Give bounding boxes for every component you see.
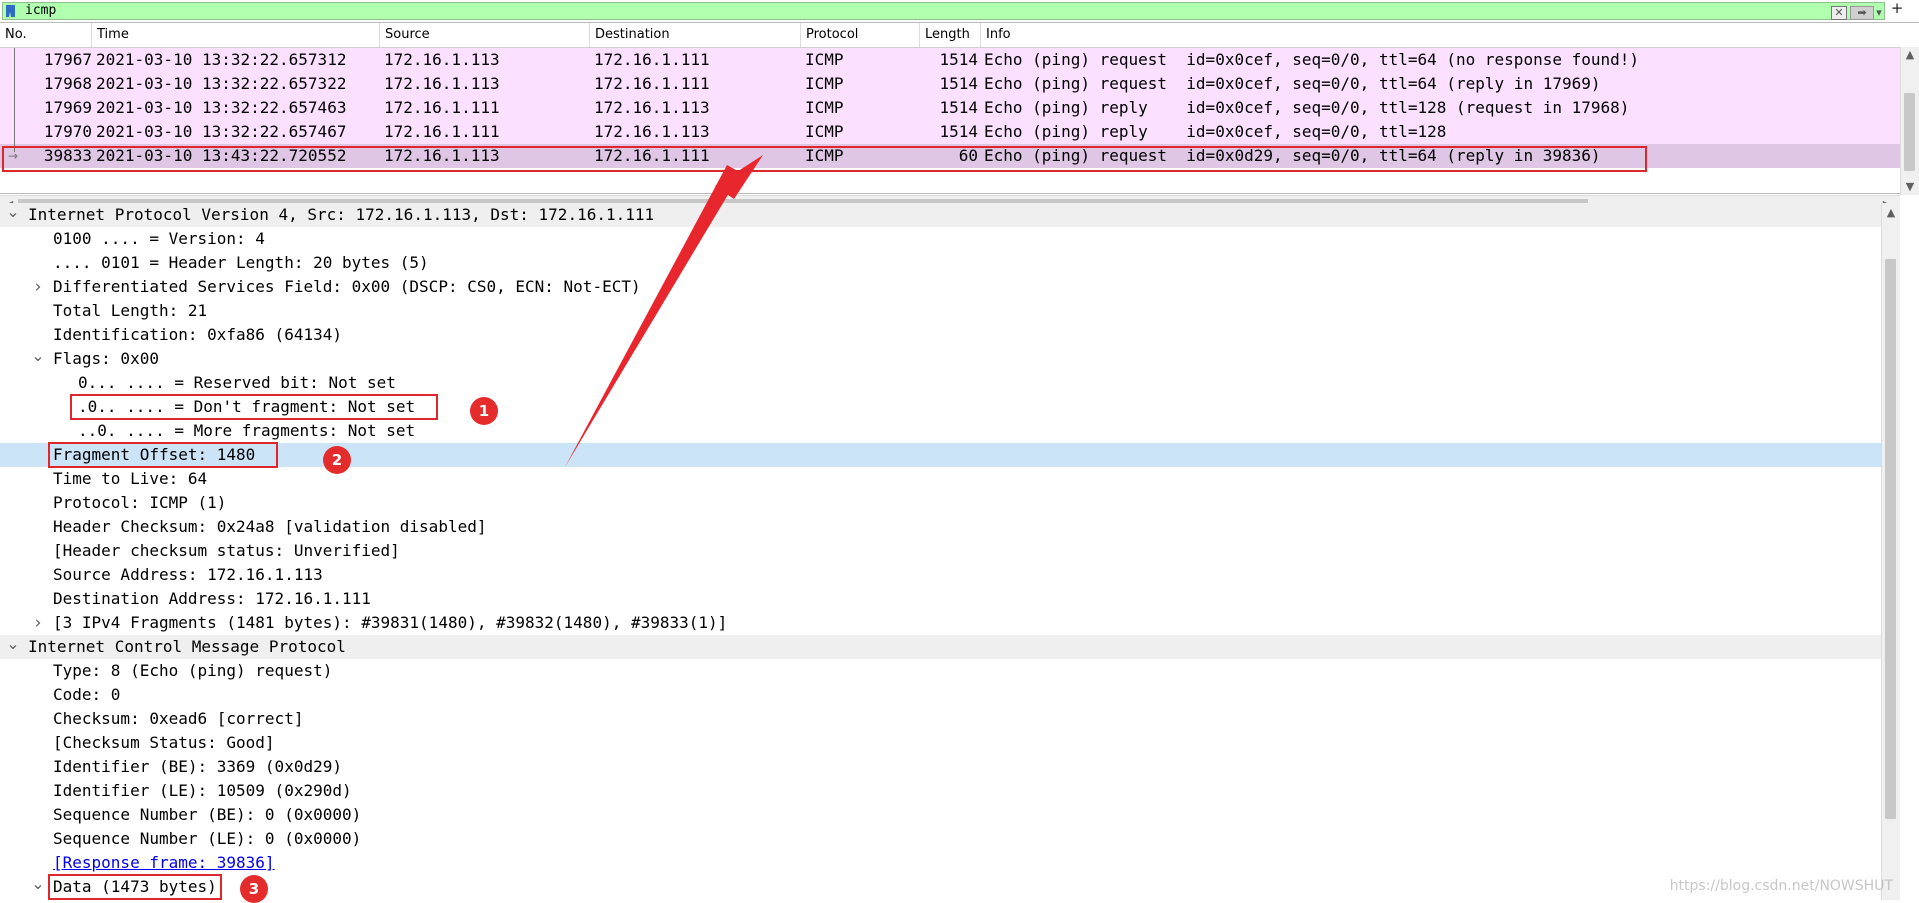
annotation-badge-2: 2 (323, 446, 351, 474)
highlight-box-selected-packet (2, 146, 1647, 172)
watermark-text: https://blog.csdn.net/NOWSHUT (1669, 878, 1893, 894)
highlight-box-dont-fragment (70, 394, 438, 420)
annotation-arrow (565, 155, 763, 467)
highlight-box-data (48, 874, 222, 900)
highlight-box-fragment-offset (48, 442, 278, 468)
annotation-badge-1: 1 (470, 397, 498, 425)
annotation-badge-3: 3 (240, 875, 268, 903)
arrow-shaft (565, 165, 741, 467)
